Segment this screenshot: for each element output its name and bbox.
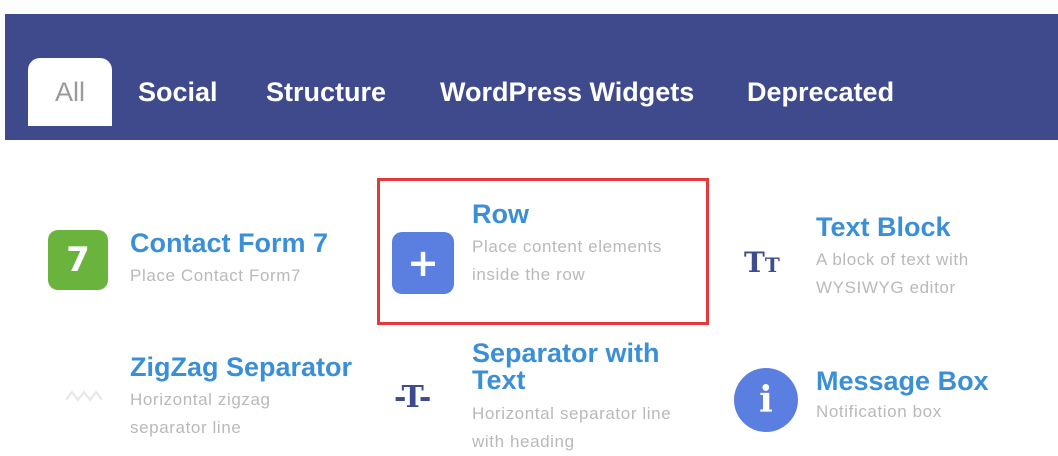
- element-description: Place Contact Form7: [130, 266, 302, 285]
- element-contact-form-7[interactable]: 7 Contact Form 7 Place Contact Form7: [40, 220, 360, 300]
- element-row[interactable]: + Row Place content elements inside the …: [386, 195, 704, 320]
- element-separator-with-text[interactable]: -T- Separator with Text Horizontal separ…: [390, 338, 710, 453]
- element-title: Contact Form 7: [130, 228, 329, 258]
- info-icon: i: [734, 368, 798, 432]
- contact-form-7-icon: 7: [48, 230, 108, 290]
- element-title: Separator with Text: [472, 338, 660, 395]
- tab-structure[interactable]: Structure: [266, 58, 386, 126]
- tab-all[interactable]: All: [28, 58, 112, 126]
- element-title: Message Box: [816, 366, 989, 396]
- element-description: Notification box: [816, 402, 942, 421]
- element-title: Text Block: [816, 212, 951, 242]
- tab-wordpress-widgets[interactable]: WordPress Widgets: [440, 58, 694, 126]
- element-description: Horizontal separator line with heading: [472, 404, 672, 451]
- element-title: ZigZag Separator: [130, 352, 353, 382]
- element-description: Place content elements inside the row: [472, 237, 662, 284]
- tab-social[interactable]: Social: [138, 58, 218, 126]
- element-title: Row: [472, 199, 529, 229]
- element-message-box[interactable]: i Message Box Notification box: [732, 358, 1052, 448]
- zigzag-icon: [65, 386, 103, 406]
- separator-text-icon: -T-: [394, 380, 432, 415]
- text-block-icon: TT: [744, 246, 780, 279]
- plus-icon: +: [392, 232, 454, 294]
- element-text-block[interactable]: TT Text Block A block of text with WYSIW…: [740, 210, 1040, 300]
- element-description: Horizontal zigzag separator line: [130, 390, 271, 437]
- tab-deprecated[interactable]: Deprecated: [747, 58, 894, 126]
- element-zigzag-separator[interactable]: ZigZag Separator Horizontal zigzag separ…: [40, 350, 370, 440]
- element-description: A block of text with WYSIWYG editor: [816, 250, 969, 297]
